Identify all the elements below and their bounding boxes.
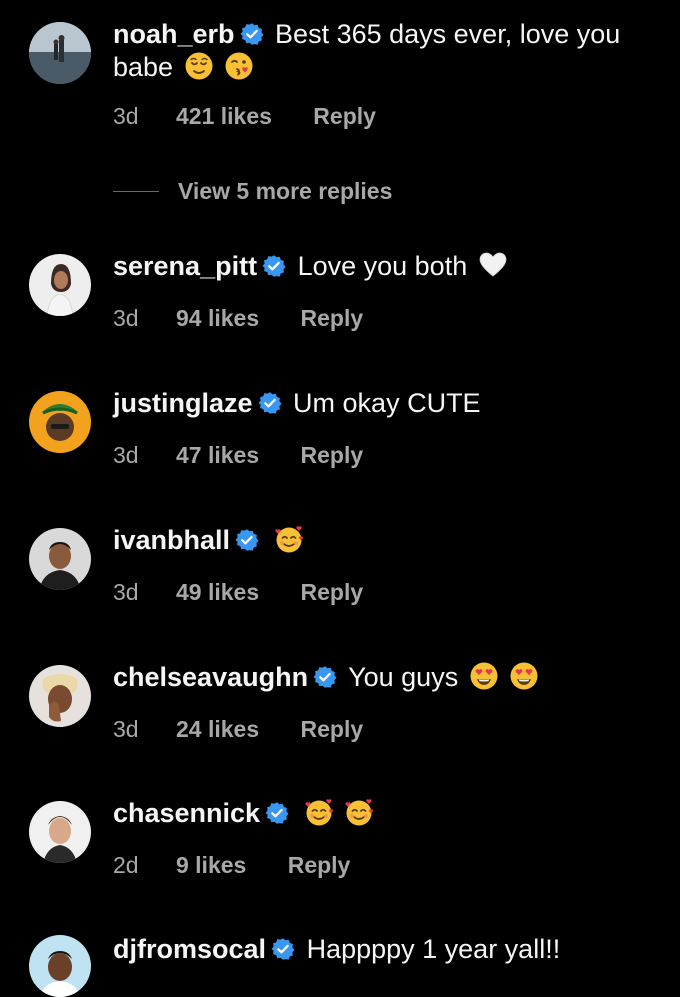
avatar[interactable] xyxy=(29,801,91,863)
smiling-face-with-hearts-emoji xyxy=(304,797,334,827)
reply-button[interactable]: Reply xyxy=(301,441,364,469)
avatar[interactable] xyxy=(29,22,91,84)
comment-text: Love you both xyxy=(297,251,468,281)
comment-username[interactable]: chasennick xyxy=(113,798,260,828)
comment-time: 3d xyxy=(113,305,139,331)
white-heart-emoji xyxy=(478,250,508,280)
comment-likes[interactable]: 421 likes xyxy=(176,102,272,130)
verified-badge-icon xyxy=(258,391,282,415)
reply-button[interactable]: Reply xyxy=(288,851,351,879)
avatar[interactable] xyxy=(29,665,91,727)
comment-likes[interactable]: 24 likes xyxy=(176,715,259,743)
smiling-face-with-hearts-emoji xyxy=(274,524,304,554)
comment-time: 2d xyxy=(113,852,139,878)
divider-line xyxy=(113,190,159,192)
avatar[interactable] xyxy=(29,528,91,590)
heart-eyes-emoji xyxy=(509,661,539,691)
avatar[interactable] xyxy=(29,935,91,997)
comment-likes[interactable]: 9 likes xyxy=(176,851,246,879)
view-more-replies-button[interactable]: View 5 more replies xyxy=(113,176,392,206)
comment-text: You guys xyxy=(348,662,459,692)
smiling-face-with-hearts-emoji xyxy=(344,797,374,827)
verified-badge-icon xyxy=(235,528,259,552)
reply-button[interactable]: Reply xyxy=(301,304,364,332)
comment-username[interactable]: noah_erb xyxy=(113,19,235,49)
avatar[interactable] xyxy=(29,254,91,316)
comment-username[interactable]: serena_pitt xyxy=(113,251,257,281)
view-more-replies-label: View 5 more replies xyxy=(178,177,393,204)
reply-button[interactable]: Reply xyxy=(301,578,364,606)
heart-eyes-emoji xyxy=(469,661,499,691)
comment-text: Happppy 1 year yall!! xyxy=(306,934,561,964)
comment-time: 3d xyxy=(113,579,139,605)
avatar[interactable] xyxy=(29,391,91,453)
comment-username[interactable]: ivanbhall xyxy=(113,525,230,555)
verified-badge-icon xyxy=(262,254,286,278)
comment-likes[interactable]: 49 likes xyxy=(176,578,259,606)
comment-time: 3d xyxy=(113,103,139,129)
comment-text: Um okay CUTE xyxy=(293,388,481,418)
verified-badge-icon xyxy=(240,22,264,46)
comment-username[interactable]: djfromsocal xyxy=(113,934,266,964)
comment-likes[interactable]: 47 likes xyxy=(176,441,259,469)
reply-button[interactable]: Reply xyxy=(301,715,364,743)
reply-button[interactable]: Reply xyxy=(313,102,376,130)
comment-username[interactable]: justinglaze xyxy=(113,388,253,418)
relieved-face-emoji xyxy=(184,51,214,81)
comment-username[interactable]: chelseavaughn xyxy=(113,662,308,692)
verified-badge-icon xyxy=(271,937,295,961)
verified-badge-icon xyxy=(265,801,289,825)
verified-badge-icon xyxy=(313,665,337,689)
face-blowing-kiss-emoji xyxy=(224,51,254,81)
comment-time: 3d xyxy=(113,442,139,468)
comment-likes[interactable]: 94 likes xyxy=(176,304,259,332)
comment-time: 3d xyxy=(113,716,139,742)
